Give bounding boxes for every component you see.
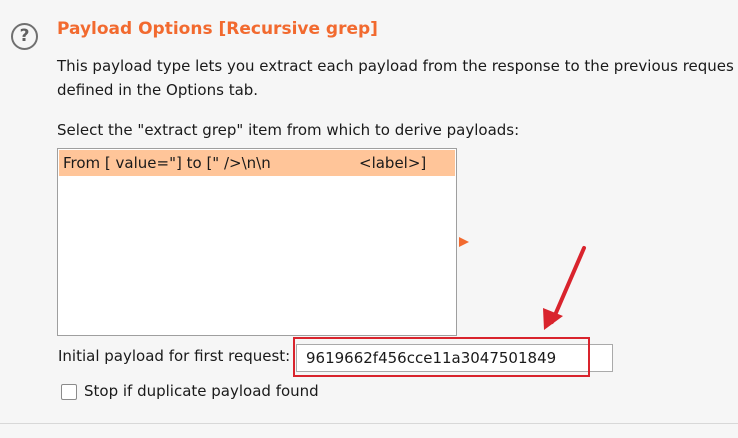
list-item-text: From [ value="] to [" />\n\n xyxy=(63,154,271,172)
list-item-selected[interactable]: From [ value="] to [" />\n\n <label>] xyxy=(59,150,455,176)
description-line-1: This payload type lets you extract each … xyxy=(57,57,734,75)
duplicate-checkbox-label: Stop if duplicate payload found xyxy=(84,382,319,400)
annotation-arrow-icon xyxy=(543,246,586,330)
highlight-annotation-box xyxy=(293,337,590,377)
help-icon[interactable]: ? xyxy=(11,23,38,50)
list-item-label: <label>] xyxy=(359,154,427,172)
duplicate-checkbox[interactable] xyxy=(61,384,77,400)
extract-grep-list[interactable]: From [ value="] to [" />\n\n <label>] xyxy=(57,148,457,336)
section-title: Payload Options [Recursive grep] xyxy=(57,19,378,39)
bottom-divider xyxy=(0,423,738,424)
expand-arrow-icon[interactable] xyxy=(459,237,469,247)
initial-payload-label: Initial payload for first request: xyxy=(58,347,291,365)
extract-grep-label: Select the "extract grep" item from whic… xyxy=(57,121,520,139)
description-line-2: defined in the Options tab. xyxy=(57,81,259,99)
